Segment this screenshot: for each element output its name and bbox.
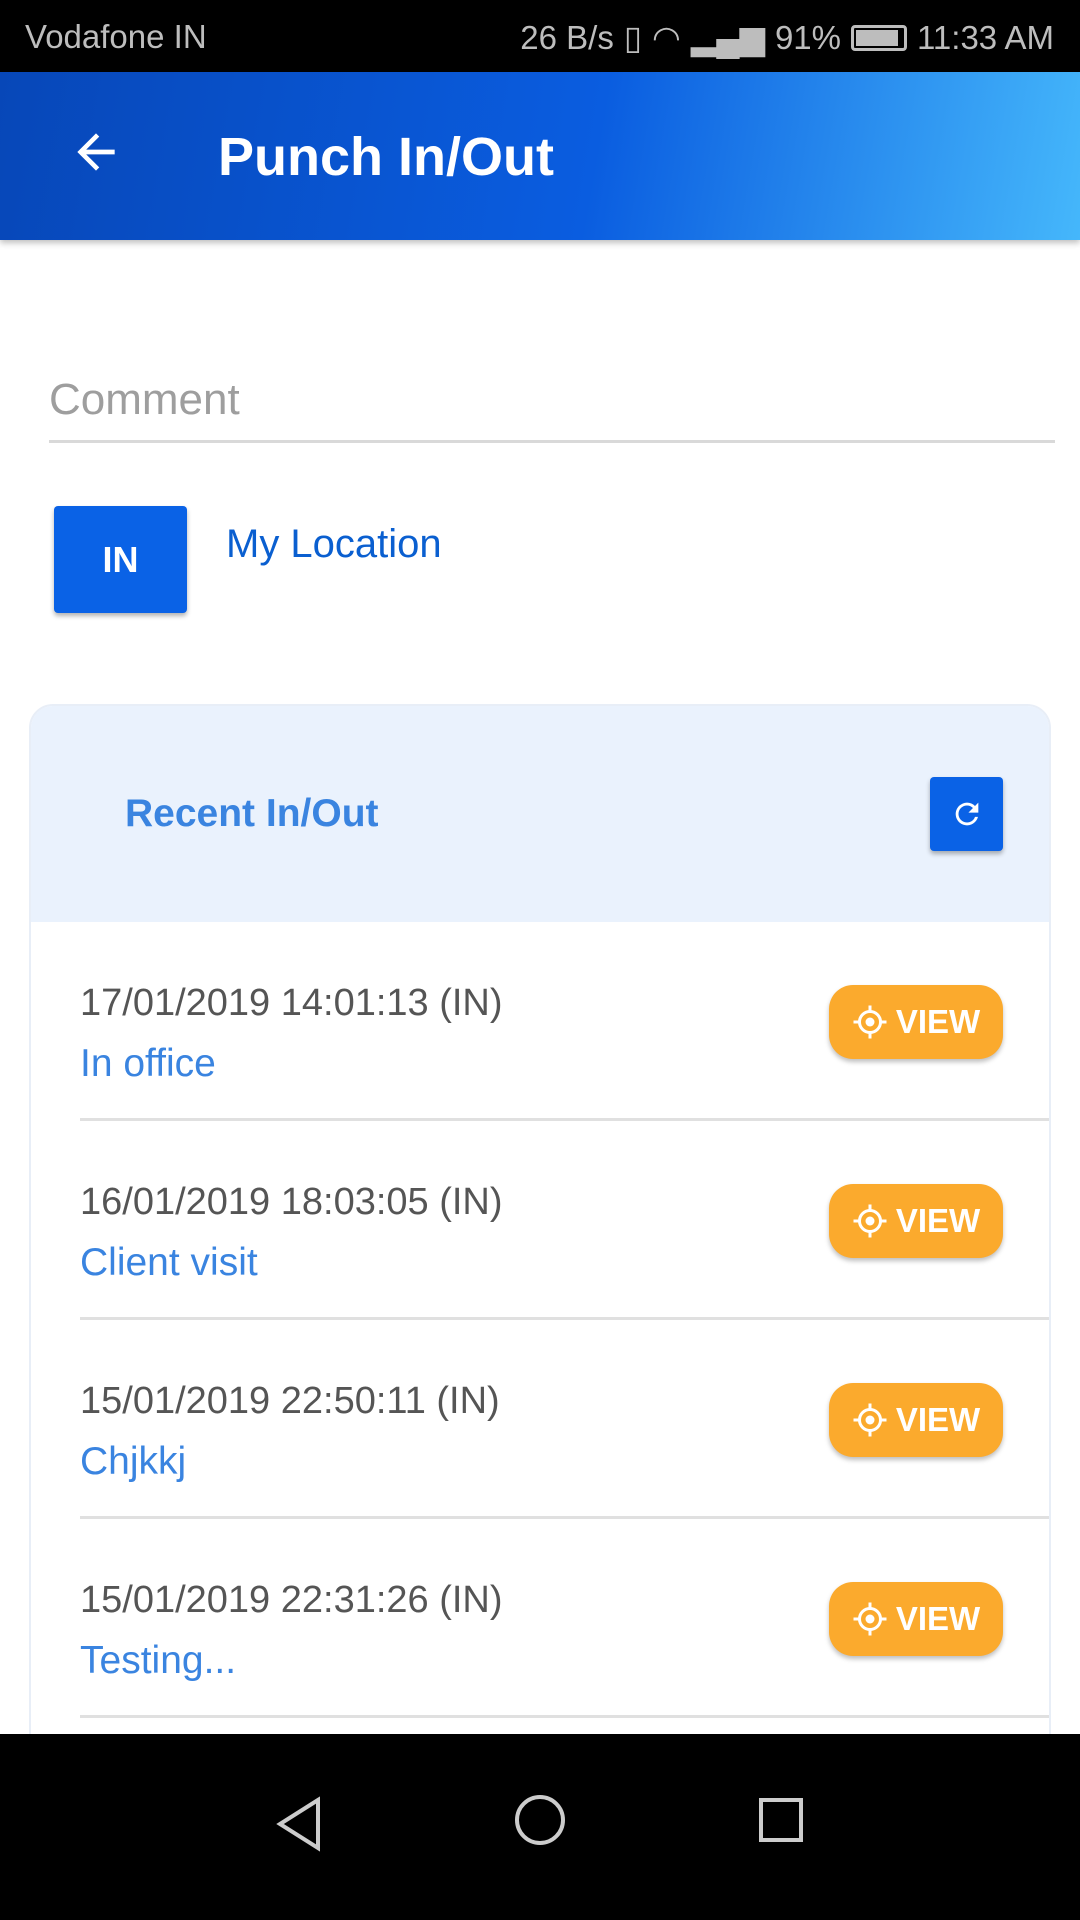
card-title: Recent In/Out	[125, 792, 379, 835]
home-nav-icon[interactable]	[514, 1794, 566, 1846]
location-target-icon	[853, 1602, 887, 1636]
view-label: VIEW	[895, 1202, 981, 1239]
view-label: VIEW	[895, 1401, 981, 1438]
app-bar: Punch In/Out	[0, 72, 1080, 240]
view-label: VIEW	[895, 1003, 981, 1040]
vibrate-icon: ▯	[623, 19, 643, 56]
list-item: 15/01/2019 22:31:26 (IN) Testing... VIEW	[80, 1519, 1049, 1718]
page-title: Punch In/Out	[218, 127, 554, 187]
location-target-icon	[853, 1403, 887, 1437]
view-location-button[interactable]: VIEW	[829, 1582, 1003, 1656]
my-location-link[interactable]: My Location	[226, 522, 442, 567]
back-nav-icon[interactable]	[274, 1794, 324, 1854]
location-target-icon	[853, 1204, 887, 1238]
list-item: 15/01/2019 22:50:11 (IN) Chjkkj VIEW	[80, 1320, 1049, 1519]
punch-datetime: 17/01/2019 14:01:13 (IN)	[80, 982, 503, 1024]
card-header: Recent In/Out	[31, 706, 1049, 922]
back-arrow-icon[interactable]	[68, 124, 124, 180]
punch-comment: Client visit	[80, 1241, 258, 1284]
battery-percent: 91%	[774, 18, 842, 56]
punch-comment: In office	[80, 1042, 216, 1085]
punch-comment: Testing...	[80, 1639, 237, 1682]
comment-input[interactable]	[49, 360, 1055, 443]
punch-datetime: 16/01/2019 18:03:05 (IN)	[80, 1181, 503, 1223]
refresh-button[interactable]	[930, 777, 1003, 851]
list-item: 16/01/2019 18:03:05 (IN) Client visit VIE…	[80, 1121, 1049, 1320]
list-item: 17/01/2019 14:01:13 (IN) In office VIEW	[80, 922, 1049, 1121]
recents-nav-icon[interactable]	[758, 1797, 804, 1843]
recent-in-out-card: Recent In/Out 17/01/2019 14:01:13 (IN) I…	[29, 704, 1051, 1804]
clock: 11:33 AM	[917, 18, 1054, 56]
view-location-button[interactable]: VIEW	[829, 985, 1003, 1059]
battery-icon	[851, 24, 908, 51]
view-location-button[interactable]: VIEW	[829, 1184, 1003, 1258]
punch-datetime: 15/01/2019 22:50:11 (IN)	[80, 1380, 500, 1422]
punch-datetime: 15/01/2019 22:31:26 (IN)	[80, 1579, 503, 1621]
view-label: VIEW	[895, 1600, 981, 1637]
punch-in-button[interactable]: IN	[54, 506, 187, 613]
location-target-icon	[853, 1005, 887, 1039]
navigation-bar	[0, 1734, 1080, 1920]
status-bar: Vodafone IN 26 B/s ▯ ◠ ▂▄▆ 91% 11:33 AM	[0, 0, 1080, 72]
refresh-icon	[955, 802, 978, 826]
signal-icon: ▂▄▆	[690, 19, 765, 56]
punch-comment: Chjkkj	[80, 1440, 187, 1483]
wifi-icon: ◠	[652, 19, 681, 56]
carrier: Vodafone IN	[25, 18, 207, 55]
network-speed: 26 B/s	[520, 18, 614, 56]
view-location-button[interactable]: VIEW	[829, 1383, 1003, 1457]
